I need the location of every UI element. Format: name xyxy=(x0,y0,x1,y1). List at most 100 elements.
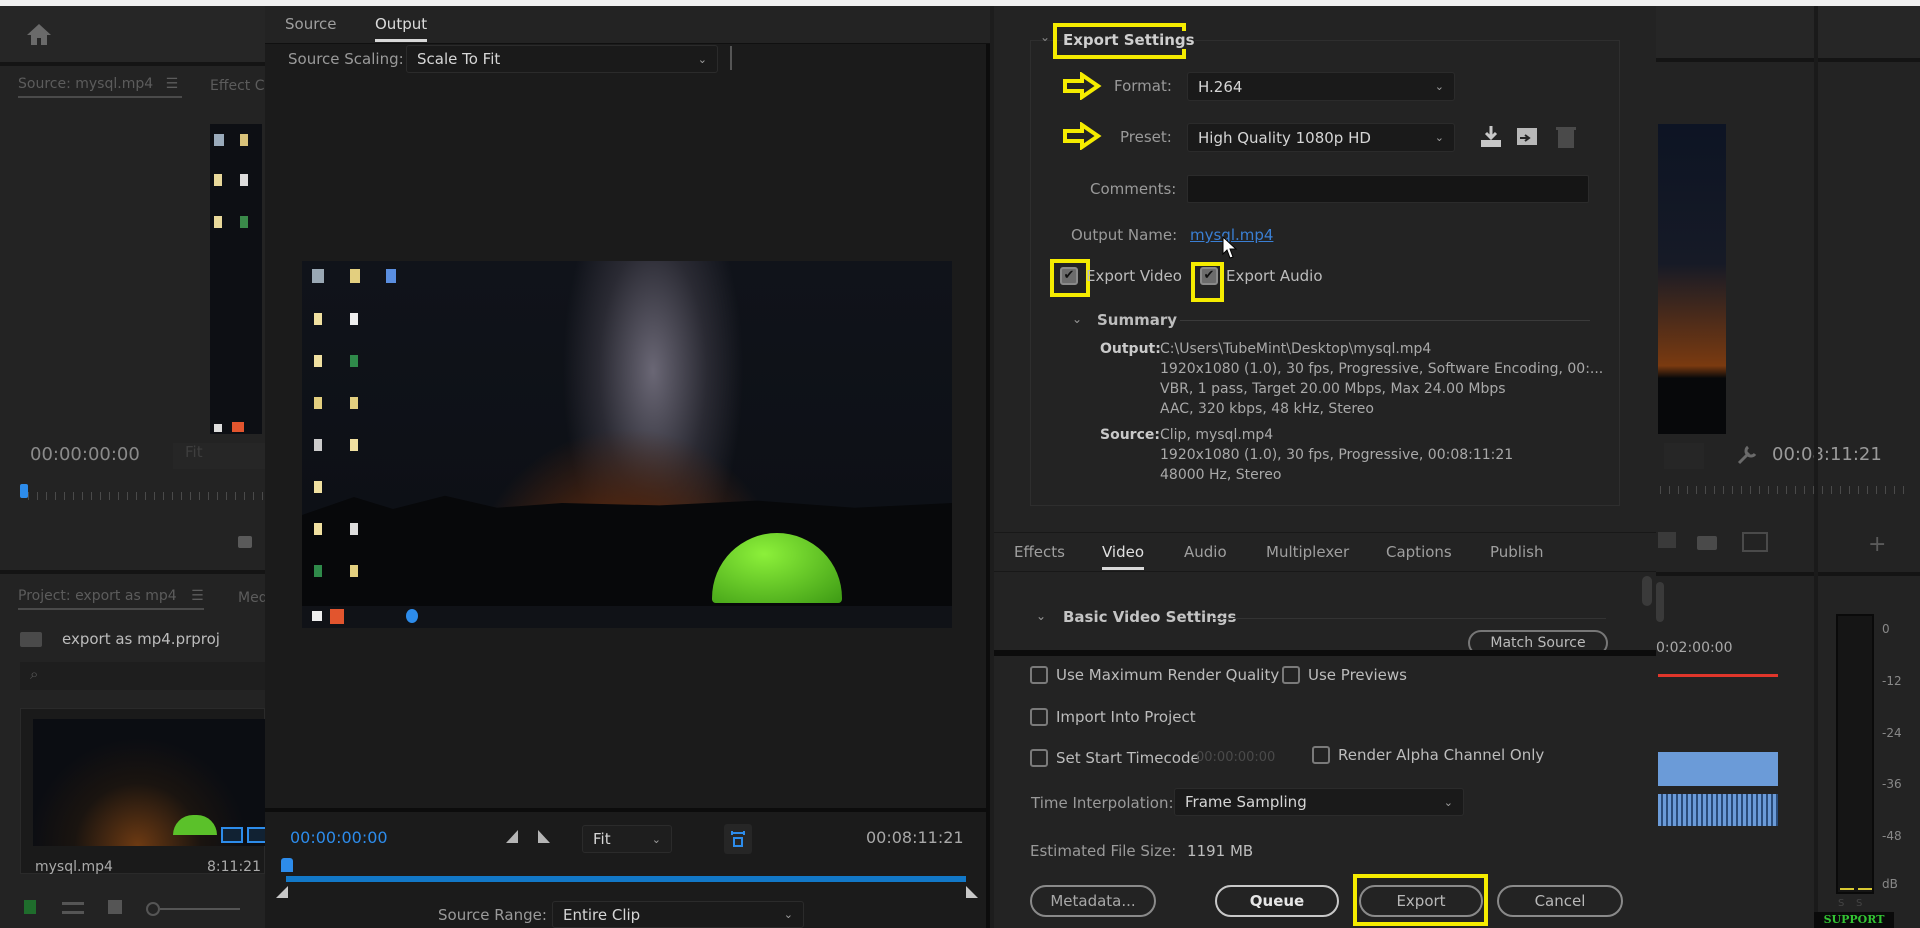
fit-dropdown[interactable]: Fit ⌄ xyxy=(582,825,672,853)
effect-controls-tab[interactable]: Effect C xyxy=(210,78,265,94)
range-start-handle[interactable] xyxy=(276,886,288,898)
marker-icon[interactable] xyxy=(238,536,252,548)
desktop-icon xyxy=(314,355,322,367)
checkbox-icon[interactable] xyxy=(1312,746,1330,764)
source-playhead[interactable] xyxy=(20,484,28,498)
render-alpha-checkbox[interactable]: Render Alpha Channel Only xyxy=(1312,746,1544,764)
home-icon[interactable] xyxy=(26,22,52,46)
source-scaling-dropdown[interactable]: Scale To Fit ⌄ xyxy=(406,45,718,73)
timeline-range-bar[interactable] xyxy=(286,876,966,882)
list-view-icon[interactable] xyxy=(62,902,84,914)
checkbox-icon[interactable] xyxy=(1030,708,1048,726)
divider xyxy=(265,808,990,812)
divider xyxy=(730,46,732,70)
meter-label: -24 xyxy=(1882,726,1902,740)
tab-audio[interactable]: Audio xyxy=(1184,543,1227,561)
wrench-icon[interactable] xyxy=(1736,444,1758,466)
summary-source-lines: Clip, mysql.mp4 1920x1080 (1.0), 30 fps,… xyxy=(1160,425,1513,485)
desktop-icon xyxy=(350,355,358,367)
media-browser-tab[interactable]: Med xyxy=(238,590,268,606)
panel-menu-icon[interactable]: ☰ xyxy=(191,588,204,604)
save-preset-icon[interactable] xyxy=(1478,124,1504,150)
clip-thumbnail xyxy=(33,719,269,846)
cancel-button[interactable]: Cancel xyxy=(1497,885,1623,917)
export-video-checkbox[interactable]: ✔ Export Video xyxy=(1060,267,1182,285)
video-clip[interactable] xyxy=(1658,752,1778,786)
tab-captions[interactable]: Captions xyxy=(1386,543,1452,561)
checkbox-icon[interactable] xyxy=(1282,666,1300,684)
source-range-label: Source Range: xyxy=(438,906,547,924)
solo-left-button[interactable]: S xyxy=(1838,898,1844,909)
tab-multiplexer[interactable]: Multiplexer xyxy=(1266,543,1349,561)
summary-line: Clip, mysql.mp4 xyxy=(1160,427,1274,443)
source-fit-dropdown[interactable]: Fit xyxy=(173,443,265,469)
export-button[interactable]: Export xyxy=(1359,885,1483,917)
checkbox-icon[interactable] xyxy=(1030,749,1048,767)
import-into-project-checkbox[interactable]: Import Into Project xyxy=(1030,708,1196,726)
delete-preset-icon[interactable] xyxy=(1554,124,1578,150)
time-interpolation-dropdown[interactable]: Frame Sampling ⌄ xyxy=(1174,788,1464,816)
range-end-handle[interactable] xyxy=(966,886,978,898)
desktop-taskbar xyxy=(302,606,952,628)
import-preset-icon[interactable] xyxy=(1514,124,1540,150)
max-render-quality-checkbox[interactable]: Use Maximum Render Quality xyxy=(1030,666,1279,684)
program-fit-dropdown[interactable] xyxy=(1664,443,1704,469)
tab-video[interactable]: Video xyxy=(1102,543,1145,570)
checkbox-checked-icon[interactable]: ✔ xyxy=(1060,267,1078,285)
set-start-timecode-checkbox[interactable]: Set Start Timecode xyxy=(1030,749,1200,767)
use-previews-checkbox[interactable]: Use Previews xyxy=(1282,666,1407,684)
work-area-bar[interactable] xyxy=(1658,674,1778,677)
add-button-icon[interactable]: + xyxy=(1868,532,1886,557)
metadata-button[interactable]: Metadata... xyxy=(1030,885,1156,917)
camera-icon[interactable] xyxy=(1697,536,1717,550)
tab-source[interactable]: Source xyxy=(285,15,337,33)
project-panel-tab[interactable]: Project: export as mp4 ☰ xyxy=(18,588,204,610)
summary-output-lines: C:\Users\TubeMint\Desktop\mysql.mp4 1920… xyxy=(1160,339,1603,419)
compare-view-icon[interactable] xyxy=(1742,532,1768,552)
arrow-annotation-icon xyxy=(1063,122,1102,150)
export-frame-icon[interactable] xyxy=(1658,532,1676,548)
panel-menu-icon[interactable]: ☰ xyxy=(166,76,179,92)
icon-view-icon[interactable] xyxy=(108,900,122,914)
zoom-slider-handle[interactable] xyxy=(146,902,160,916)
program-time-ruler[interactable] xyxy=(1660,486,1910,494)
export-settings-header: Export Settings xyxy=(1063,31,1195,49)
checkbox-checked-icon[interactable]: ✔ xyxy=(1200,267,1218,285)
collapse-chevron-icon[interactable]: ⌄ xyxy=(1040,30,1050,44)
set-in-point-icon[interactable] xyxy=(506,830,518,843)
collapse-chevron-icon[interactable]: ⌄ xyxy=(1036,609,1046,623)
tab-effects[interactable]: Effects xyxy=(1014,543,1065,561)
audio-clip[interactable] xyxy=(1658,794,1778,826)
source-range-dropdown[interactable]: Entire Clip ⌄ xyxy=(552,901,804,928)
project-search-input[interactable]: ⌕ xyxy=(20,662,265,690)
preset-dropdown[interactable]: High Quality 1080p HD ⌄ xyxy=(1187,123,1455,152)
start-timecode-field[interactable]: 00:00:00:00 xyxy=(1196,750,1275,765)
divider xyxy=(1656,572,1920,576)
source-time-ruler[interactable] xyxy=(28,492,265,500)
source-thumbnail xyxy=(210,124,262,434)
tab-output[interactable]: Output xyxy=(375,15,428,42)
desktop-icon xyxy=(314,523,322,535)
desktop-icon xyxy=(214,216,222,228)
clip-thumbnail-card[interactable]: mysql.mp4 8:11:21 xyxy=(20,708,269,875)
solo-right-button[interactable]: S xyxy=(1856,898,1862,909)
summary-line: 1920x1080 (1.0), 30 fps, Progressive, 00… xyxy=(1160,447,1514,463)
set-out-point-icon[interactable] xyxy=(538,830,550,843)
format-dropdown[interactable]: H.264 ⌄ xyxy=(1187,72,1455,101)
source-panel-tab[interactable]: Source: mysql.mp4 ☰ xyxy=(18,76,182,98)
queue-button[interactable]: Queue xyxy=(1215,885,1339,917)
desktop-icon xyxy=(350,269,360,283)
zoom-slider[interactable] xyxy=(160,908,240,910)
summary-line: 48000 Hz, Stereo xyxy=(1160,467,1282,483)
aspect-ratio-toggle[interactable] xyxy=(724,824,752,854)
checkbox-icon[interactable] xyxy=(1030,666,1048,684)
current-timecode[interactable]: 00:00:00:00 xyxy=(290,828,388,847)
playhead[interactable] xyxy=(281,858,293,872)
summary-chevron-icon[interactable]: ⌄ xyxy=(1072,312,1082,326)
tab-publish[interactable]: Publish xyxy=(1490,543,1543,561)
lock-icon[interactable] xyxy=(24,900,36,914)
settings-scrollbar[interactable] xyxy=(1642,576,1652,606)
export-audio-checkbox[interactable]: ✔ Export Audio xyxy=(1200,267,1323,285)
timeline-scrollbar[interactable] xyxy=(1656,582,1664,622)
comments-input[interactable] xyxy=(1187,175,1589,203)
